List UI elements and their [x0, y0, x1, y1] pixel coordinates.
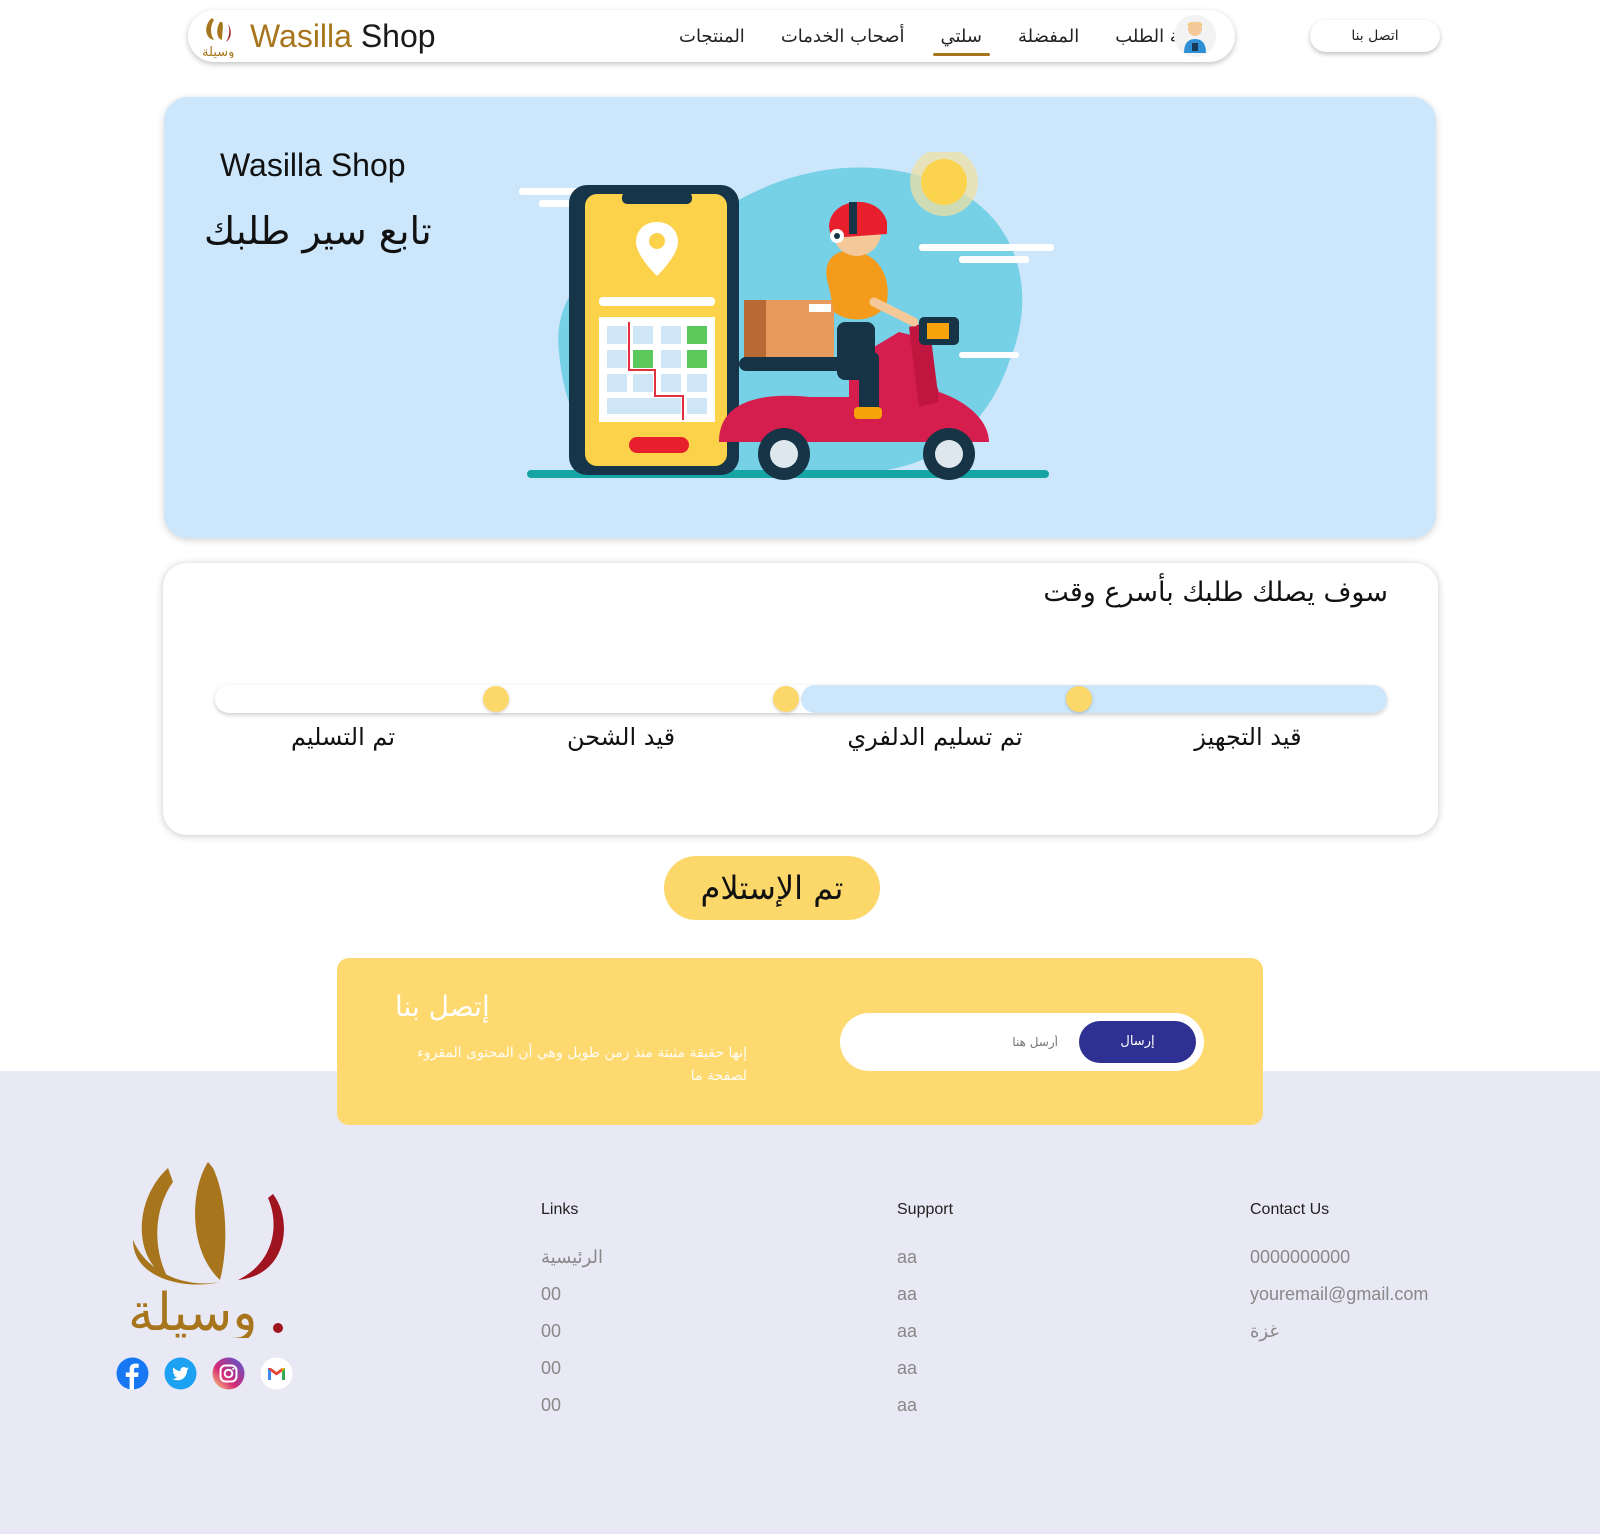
hero-subtitle: تابع سير طلبك	[204, 209, 432, 253]
footer-support-link[interactable]: aa	[897, 1358, 953, 1395]
brand-word-wasilla: Wasilla	[250, 18, 352, 54]
footer-support-link[interactable]: aa	[897, 1247, 953, 1284]
brand-word-shop: Shop	[360, 18, 436, 54]
footer-links-column: Links الرئيسية 00 00 00 00	[541, 1201, 603, 1432]
footer-contact-title: Contact Us	[1250, 1201, 1330, 1218]
progress-dot-driver	[773, 686, 799, 712]
step-label-shipping: قيد الشحن	[566, 723, 676, 751]
hero-title: Wasilla Shop	[220, 147, 406, 183]
footer-links-title: Links	[541, 1201, 579, 1218]
nav-item-1[interactable]: المفضلة	[1018, 26, 1079, 47]
received-button[interactable]: تم الإستلام	[664, 856, 880, 920]
footer-email[interactable]: youremail@gmail.com	[1250, 1284, 1428, 1321]
svg-text:وسيلة: وسيلة	[202, 45, 234, 58]
footer-contact-column: Contact Us 0000000000 youremail@gmail.co…	[1250, 1201, 1428, 1358]
progress-track	[215, 685, 1387, 713]
footer-phone: 0000000000	[1250, 1247, 1351, 1267]
gmail-icon[interactable]	[260, 1357, 293, 1390]
contact-box-description: إنها حقيقة مثبتة منذ زمن طويل وهي أن الم…	[417, 1045, 747, 1084]
order-progress-card: سوف يصلك طلبك بأسرع وقت قيد التجهيز تم ت…	[163, 563, 1438, 835]
delivery-scooter-illustration	[519, 152, 1054, 480]
svg-text:وسيلة: وسيلة	[128, 1283, 257, 1338]
footer-support-link[interactable]: aa	[897, 1284, 953, 1321]
nav-item-2[interactable]: سلتي	[932, 26, 991, 56]
progress-dot-shipping	[483, 686, 509, 712]
social-links	[116, 1357, 293, 1390]
footer-link-home[interactable]: الرئيسية	[541, 1247, 603, 1284]
contact-us-button[interactable]: اتصل بنا	[1310, 20, 1440, 52]
send-button[interactable]: إرسال	[1079, 1021, 1196, 1063]
nav-menu: حالة الطلب المفضلة سلتي أصحاب الخدمات المنتج…	[643, 10, 1202, 62]
nav-item-4[interactable]: المنتجات	[679, 26, 745, 47]
footer-support-column: Support aa aa aa aa aa	[897, 1201, 953, 1432]
footer-link[interactable]: 00	[541, 1358, 603, 1395]
step-label-driver-delivered: تم تسليم الدلفري	[847, 723, 1023, 751]
footer-link[interactable]: 00	[541, 1321, 603, 1358]
hero-banner: Wasilla Shop تابع سير طلبك	[164, 97, 1436, 538]
progress-fill	[801, 685, 1387, 713]
footer-link[interactable]: 00	[541, 1395, 603, 1432]
footer-support-link[interactable]: aa	[897, 1321, 953, 1358]
navbar: وسيلة Wasilla Shop حالة الطلب المفضلة سلتي…	[188, 10, 1235, 62]
contact-form: إرسال	[840, 1013, 1204, 1071]
progress-heading: سوف يصلك طلبك بأسرع وقت	[1043, 577, 1388, 608]
progress-dot-preparing	[1066, 686, 1092, 712]
footer-link[interactable]: 00	[541, 1284, 603, 1321]
step-label-preparing: قيد التجهيز	[1194, 723, 1302, 751]
step-label-delivered: تم التسليم	[290, 723, 396, 751]
contact-box: إتصل بنا إنها حقيقة مثبتة منذ زمن طويل و…	[337, 958, 1263, 1125]
message-input[interactable]	[858, 1027, 1058, 1057]
facebook-icon[interactable]	[116, 1357, 149, 1390]
brand-name[interactable]: Wasilla Shop	[250, 18, 436, 55]
footer-support-title: Support	[897, 1201, 954, 1218]
wasilla-logo-icon[interactable]: وسيلة	[198, 14, 242, 58]
wasilla-footer-logo-icon: وسيلة	[128, 1162, 284, 1338]
nav-item-3[interactable]: أصحاب الخدمات	[781, 26, 905, 47]
footer-location: غزة	[1250, 1321, 1279, 1341]
footer-support-link[interactable]: aa	[897, 1395, 953, 1432]
instagram-icon[interactable]	[212, 1357, 245, 1390]
user-avatar-icon[interactable]	[1174, 15, 1216, 57]
contact-box-title: إتصل بنا	[395, 990, 490, 1023]
twitter-icon[interactable]	[164, 1357, 197, 1390]
